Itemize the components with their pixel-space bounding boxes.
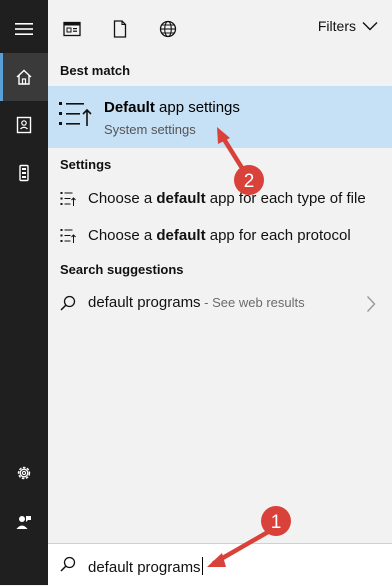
settings-item-label: Choose a default app for each protocol bbox=[88, 227, 351, 244]
best-match-subtitle: System settings bbox=[104, 122, 196, 137]
home-icon bbox=[16, 69, 32, 85]
web-filter-button[interactable] bbox=[156, 17, 180, 41]
text-caret bbox=[201, 557, 203, 575]
chevron-right-icon[interactable] bbox=[366, 295, 376, 313]
search-suggestions-heading: Search suggestions bbox=[60, 262, 184, 277]
menu-button[interactable] bbox=[0, 5, 48, 53]
search-box[interactable]: default programs bbox=[48, 543, 392, 586]
document-icon bbox=[113, 20, 127, 38]
device-icon bbox=[19, 164, 29, 182]
default-apps-small-icon bbox=[60, 192, 76, 206]
search-icon bbox=[60, 556, 76, 572]
notebook-icon bbox=[16, 116, 32, 134]
apps-icon bbox=[63, 21, 81, 37]
best-match-heading: Best match bbox=[60, 63, 131, 78]
apps-filter-button[interactable] bbox=[60, 17, 84, 41]
left-rail bbox=[0, 0, 48, 585]
default-apps-icon bbox=[59, 102, 92, 126]
settings-button[interactable] bbox=[0, 449, 48, 497]
best-match-title: Default app settings bbox=[104, 99, 240, 116]
search-input[interactable]: default programs bbox=[88, 557, 203, 576]
web-globe-icon bbox=[159, 20, 177, 38]
settings-gear-icon bbox=[17, 466, 31, 480]
settings-heading: Settings bbox=[60, 157, 112, 172]
feedback-button[interactable] bbox=[0, 498, 48, 546]
hamburger-menu-icon bbox=[15, 23, 33, 35]
settings-item-protocol[interactable]: Choose a default app for each protocol bbox=[48, 218, 392, 254]
documents-filter-button[interactable] bbox=[108, 17, 132, 41]
settings-item-label: Choose a default app for each type of fi… bbox=[88, 190, 366, 207]
default-apps-small-icon bbox=[60, 229, 76, 243]
suggestion-text: default programs - See web results bbox=[88, 294, 305, 311]
home-button[interactable] bbox=[0, 53, 48, 101]
feedback-person-icon bbox=[16, 516, 31, 529]
search-suggestion-item[interactable]: default programs - See web results bbox=[48, 285, 392, 321]
best-match-item[interactable]: Default app settings System settings bbox=[48, 86, 392, 148]
search-icon bbox=[60, 295, 76, 311]
top-toolbar: Filters bbox=[48, 0, 392, 58]
chevron-down-icon bbox=[362, 22, 378, 31]
filters-label: Filters bbox=[317, 18, 356, 34]
notebook-button[interactable] bbox=[0, 101, 48, 149]
devices-button[interactable] bbox=[0, 149, 48, 197]
settings-item-file-type[interactable]: Choose a default app for each type of fi… bbox=[48, 181, 392, 217]
filters-dropdown[interactable]: Filters bbox=[318, 18, 378, 34]
search-results-panel: Filters Best match Default app settings … bbox=[48, 0, 392, 586]
